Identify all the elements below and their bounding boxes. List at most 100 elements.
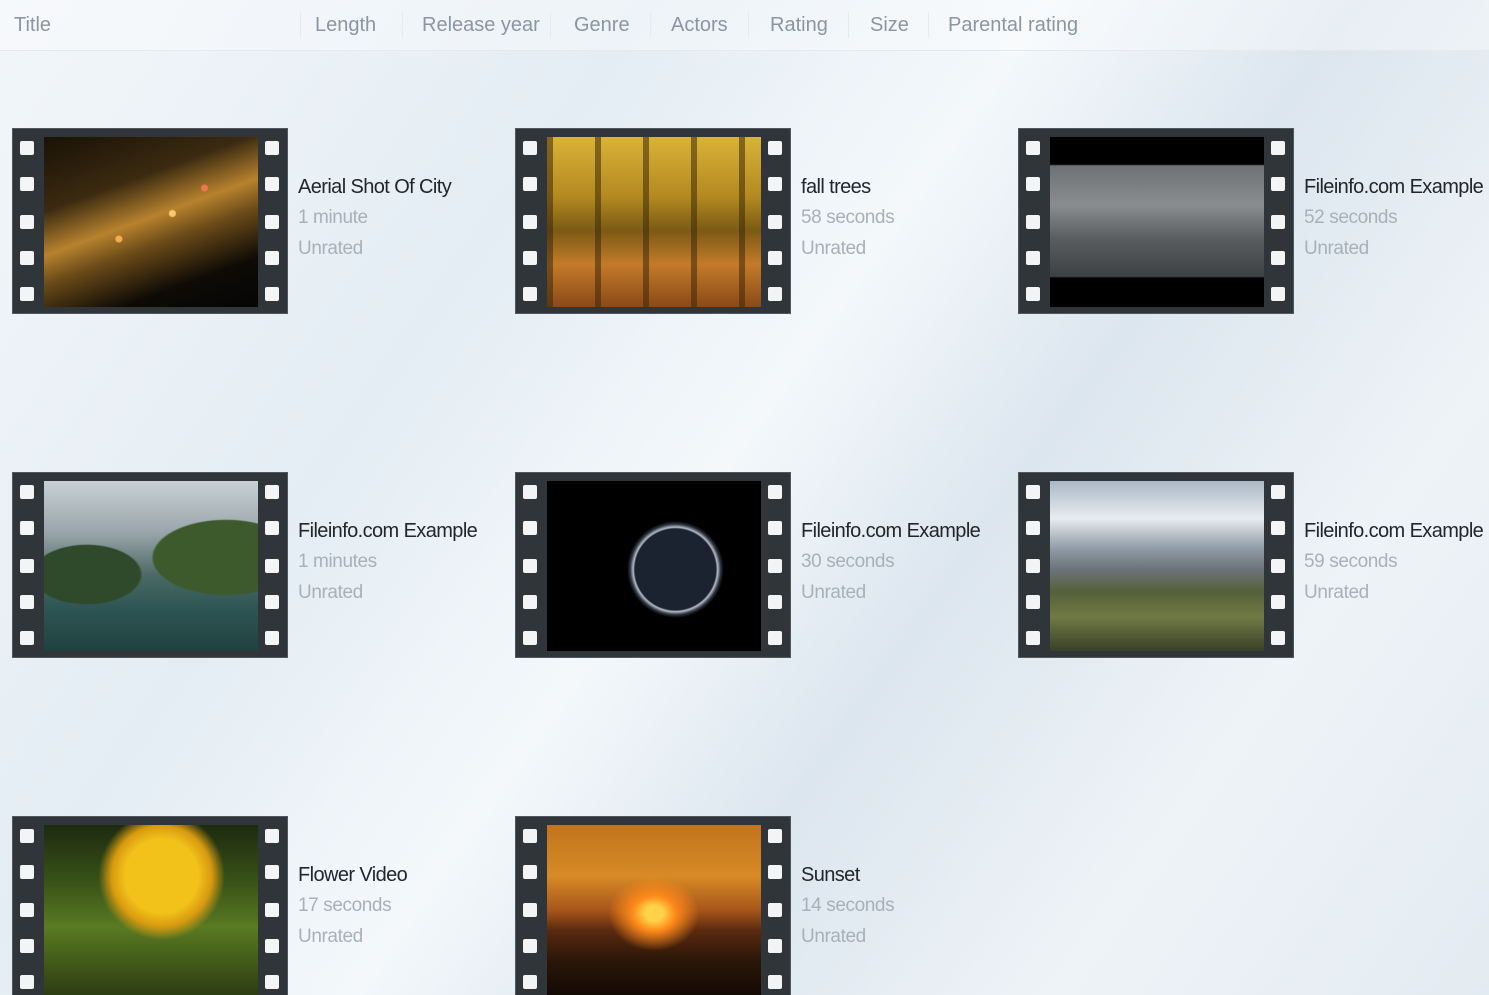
sprocket-hole [1026,595,1040,609]
video-thumbnail [547,481,761,651]
film-strip-icon [12,472,288,658]
video-title: Fileinfo.com Example [1304,520,1484,542]
sprocket-hole [265,865,279,879]
video-title: Fileinfo.com Example [801,520,981,542]
column-length[interactable]: Length [315,14,376,37]
sprocket-hole [265,287,279,301]
video-thumbnail [44,137,258,307]
sprocket-hole [768,141,782,155]
sprocket-hole [265,595,279,609]
video-length: 1 minutes [298,551,377,572]
video-tile[interactable]: fall trees 58 seconds Unrated [515,128,995,318]
video-tile[interactable]: Fileinfo.com Example 1 minutes Unrated [12,472,492,662]
video-tile[interactable]: Flower Video 17 seconds Unrated [12,816,492,995]
sprocket-hole [1271,287,1285,301]
sprocket-hole [1026,141,1040,155]
sprocket-hole [265,903,279,917]
video-thumbnail [547,137,761,307]
sprocket-hole [20,485,34,499]
sprocket-hole [20,975,34,989]
column-rating[interactable]: Rating [770,14,828,37]
video-rating: Unrated [801,926,866,947]
column-separator[interactable] [550,12,551,38]
sprocket-hole [1026,631,1040,645]
sprocket-hole [523,975,537,989]
sprocket-hole [523,251,537,265]
sprocket-hole [265,215,279,229]
sprocket-hole [768,631,782,645]
column-release-year[interactable]: Release year [422,14,540,37]
column-size[interactable]: Size [870,14,909,37]
sprocket-hole [523,559,537,573]
sprocket-hole [523,595,537,609]
column-genre[interactable]: Genre [574,14,630,37]
video-thumbnail [1050,137,1264,307]
sprocket-hole [20,559,34,573]
video-rating: Unrated [1304,238,1369,259]
column-separator[interactable] [300,12,301,38]
video-length: 58 seconds [801,207,895,228]
sprocket-hole [768,485,782,499]
video-tile[interactable]: Fileinfo.com Example 59 seconds Unrated [1018,472,1489,662]
sprocket-hole [768,215,782,229]
sprocket-hole [1026,485,1040,499]
video-length: 1 minute [298,207,368,228]
sprocket-hole [1271,595,1285,609]
sprocket-hole [768,177,782,191]
column-separator[interactable] [848,12,849,38]
video-title: Aerial Shot Of City [298,176,452,198]
column-header-bar: Title Length Release year Genre Actors R… [0,0,1489,51]
video-tile[interactable]: Sunset 14 seconds Unrated [515,816,995,995]
sprocket-hole [1271,521,1285,535]
film-strip-icon [12,816,288,995]
column-separator[interactable] [650,12,651,38]
sprocket-hole [20,829,34,843]
sprocket-hole [265,177,279,191]
sprocket-hole [20,141,34,155]
video-title: fall trees [801,176,871,198]
sprocket-hole [768,521,782,535]
column-separator[interactable] [928,12,929,38]
video-info: Fileinfo.com Example 1 minutes Unrated [298,520,498,613]
sprocket-hole [1026,521,1040,535]
sprocket-hole [265,521,279,535]
sprocket-hole [523,141,537,155]
film-strip-icon [515,128,791,314]
sprocket-hole [1271,251,1285,265]
column-title[interactable]: Title [14,14,51,37]
sprocket-hole [20,631,34,645]
video-title: Fileinfo.com Example [298,520,478,542]
sprocket-hole [1271,559,1285,573]
sprocket-hole [265,485,279,499]
film-strip-icon [1018,472,1294,658]
video-info: Fileinfo.com Example 30 seconds Unrated [801,520,1001,613]
sprocket-hole [1271,215,1285,229]
sprocket-hole [20,287,34,301]
video-tile[interactable]: Fileinfo.com Example 30 seconds Unrated [515,472,995,662]
sprocket-hole [265,559,279,573]
sprocket-hole [265,141,279,155]
sprocket-hole [768,939,782,953]
column-separator[interactable] [748,12,749,38]
video-tile[interactable]: Aerial Shot Of City 1 minute Unrated [12,128,492,318]
video-info: Fileinfo.com Example 52 seconds Unrated [1304,176,1489,269]
sprocket-hole [1026,287,1040,301]
video-rating: Unrated [298,582,363,603]
video-tile[interactable]: Fileinfo.com Example 52 seconds Unrated [1018,128,1489,318]
sprocket-hole [20,215,34,229]
video-thumbnail [44,825,258,995]
sprocket-hole [20,521,34,535]
sprocket-hole [523,215,537,229]
video-rating: Unrated [298,238,363,259]
column-parental-rating[interactable]: Parental rating [948,14,1078,37]
sprocket-hole [265,975,279,989]
sprocket-hole [768,559,782,573]
video-thumbnail [547,825,761,995]
sprocket-hole [265,939,279,953]
column-separator[interactable] [402,12,403,38]
video-length: 17 seconds [298,895,392,916]
column-actors[interactable]: Actors [671,14,728,37]
sprocket-hole [768,829,782,843]
sprocket-hole [1026,251,1040,265]
film-strip-icon [515,816,791,995]
